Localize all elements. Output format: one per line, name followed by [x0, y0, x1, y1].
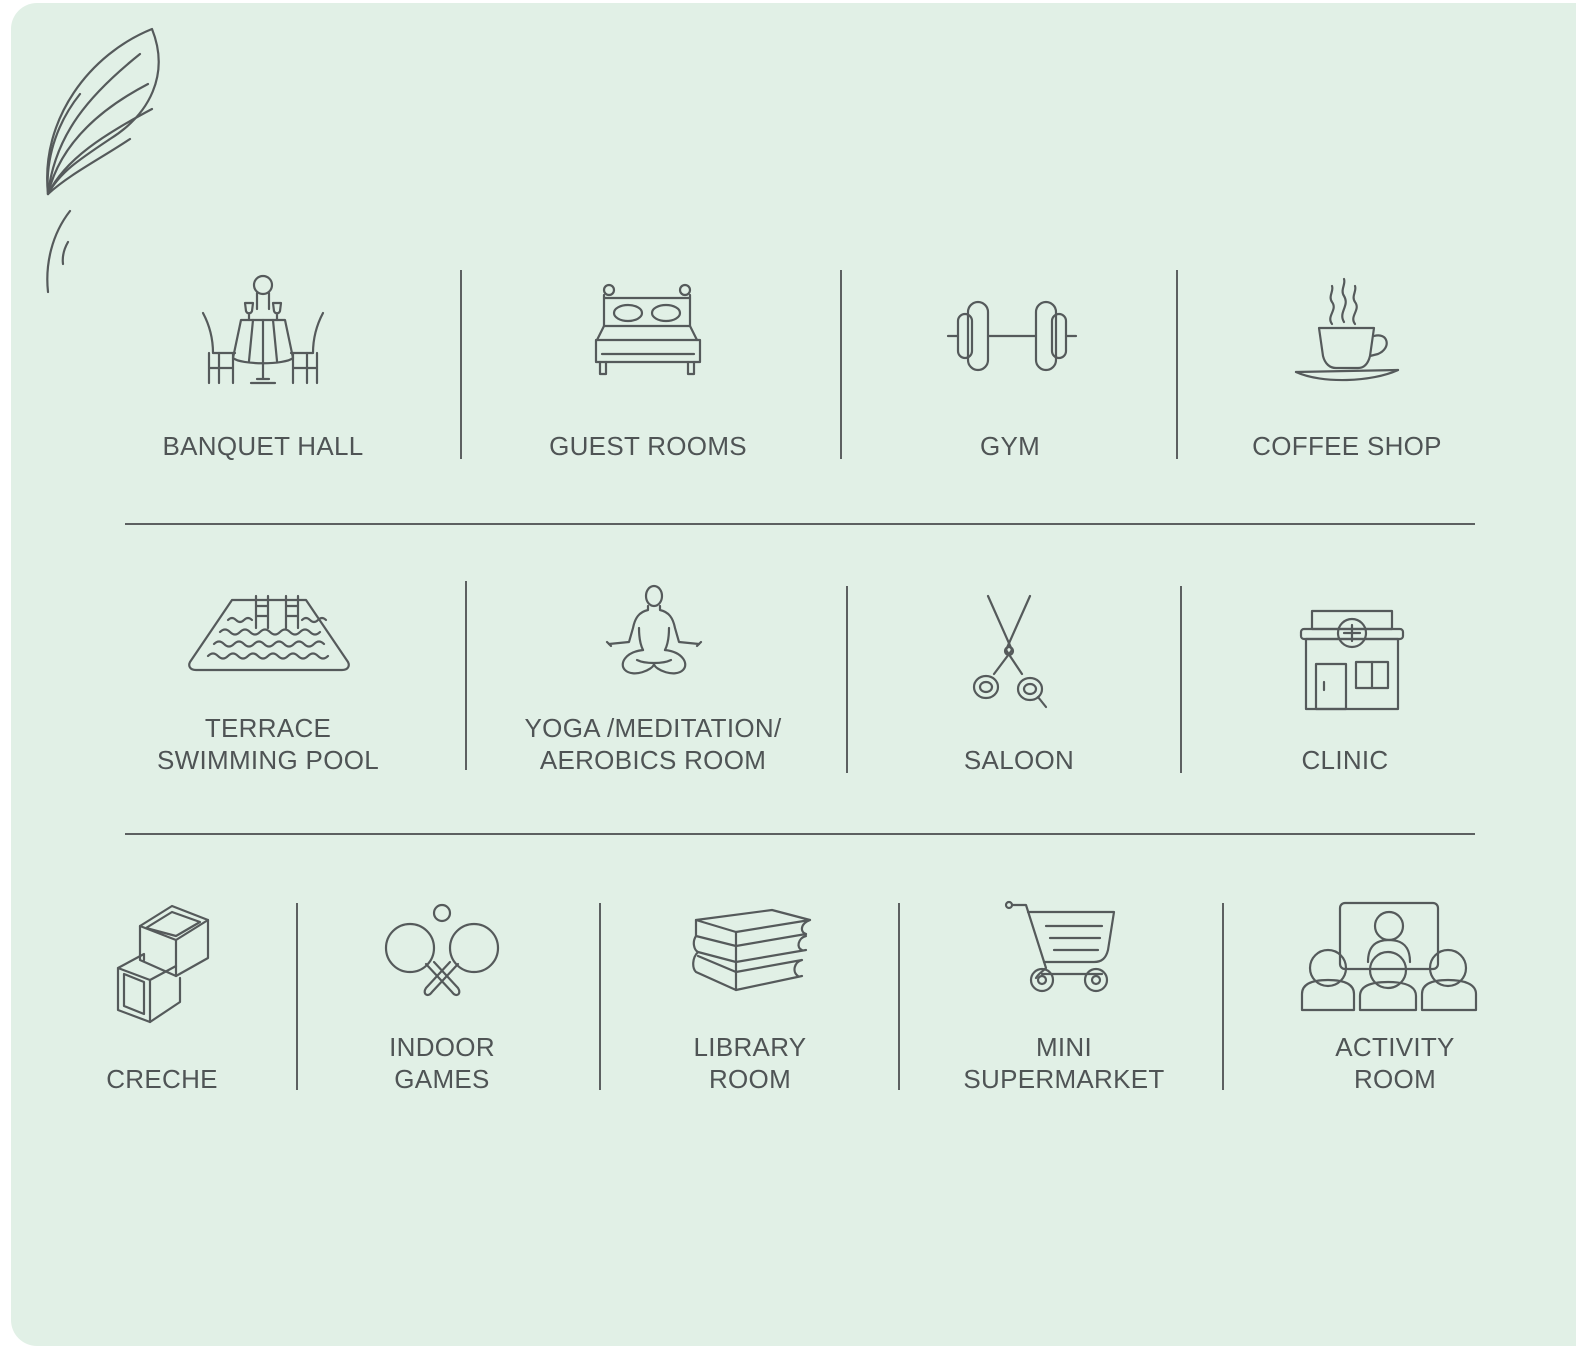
creche-label: CRECHE [106, 1064, 218, 1094]
guest-rooms-label: GUEST ROOMS [549, 431, 747, 461]
coffee-shop-label: COFFEE SHOP [1252, 431, 1442, 461]
divider [1180, 586, 1182, 773]
divider [1222, 903, 1224, 1090]
divider [460, 270, 462, 459]
shopping-cart-icon [1002, 898, 1118, 996]
label-line: ROOM [1353, 1064, 1437, 1094]
label-line: AEROBICS ROOM [539, 745, 767, 775]
label-line: LIBRARY [693, 1032, 807, 1062]
label-line: ROOM [708, 1064, 792, 1094]
banquet-hall-label: BANQUET HALL [162, 431, 364, 461]
label-line: TERRACE [204, 713, 332, 743]
scissors-icon [972, 594, 1050, 710]
coffee-cup-icon [1292, 276, 1402, 386]
label-line: INDOOR [389, 1032, 495, 1062]
divider [1176, 270, 1178, 459]
clinic-label: CLINIC [1301, 745, 1389, 775]
blocks-icon [114, 898, 214, 1026]
divider [465, 581, 467, 770]
divider [840, 270, 842, 459]
divider [296, 903, 298, 1090]
row-divider [125, 523, 1475, 525]
bed-icon [594, 282, 704, 380]
banquet-table-icon [193, 273, 333, 388]
activity-room-label: ACTIVITY ROOM [1335, 1031, 1454, 1095]
mini-supermarket-label: MINI SUPERMARKET [963, 1031, 1164, 1095]
pool-icon [186, 592, 352, 674]
gym-label: GYM [979, 431, 1041, 461]
label-line: SUPERMARKET [963, 1064, 1165, 1094]
divider [846, 586, 848, 773]
label-line: MINI [1035, 1032, 1093, 1062]
yoga-meditation-aerobics-label: YOGA /MEDITATION/ AEROBICS ROOM [525, 712, 782, 776]
ping-pong-icon [384, 902, 500, 1000]
label-line: ACTIVITY [1335, 1032, 1455, 1062]
indoor-games-label: INDOOR GAMES [389, 1031, 495, 1095]
divider [898, 903, 900, 1090]
terrace-swimming-pool-label: TERRACE SWIMMING POOL [157, 712, 379, 776]
clinic-icon [1298, 608, 1406, 712]
library-room-label: LIBRARY ROOM [694, 1031, 807, 1095]
label-line: YOGA /MEDITATION/ [524, 713, 782, 743]
leaf-icon [40, 24, 170, 299]
audience-icon [1298, 900, 1480, 1012]
meditation-icon [603, 584, 705, 678]
dumbbell-icon [946, 300, 1078, 372]
row-divider [125, 833, 1475, 835]
divider [599, 903, 601, 1090]
saloon-label: SALOON [963, 745, 1075, 775]
label-line: SWIMMING POOL [156, 745, 380, 775]
label-line: GAMES [394, 1064, 490, 1094]
books-icon [690, 906, 814, 996]
